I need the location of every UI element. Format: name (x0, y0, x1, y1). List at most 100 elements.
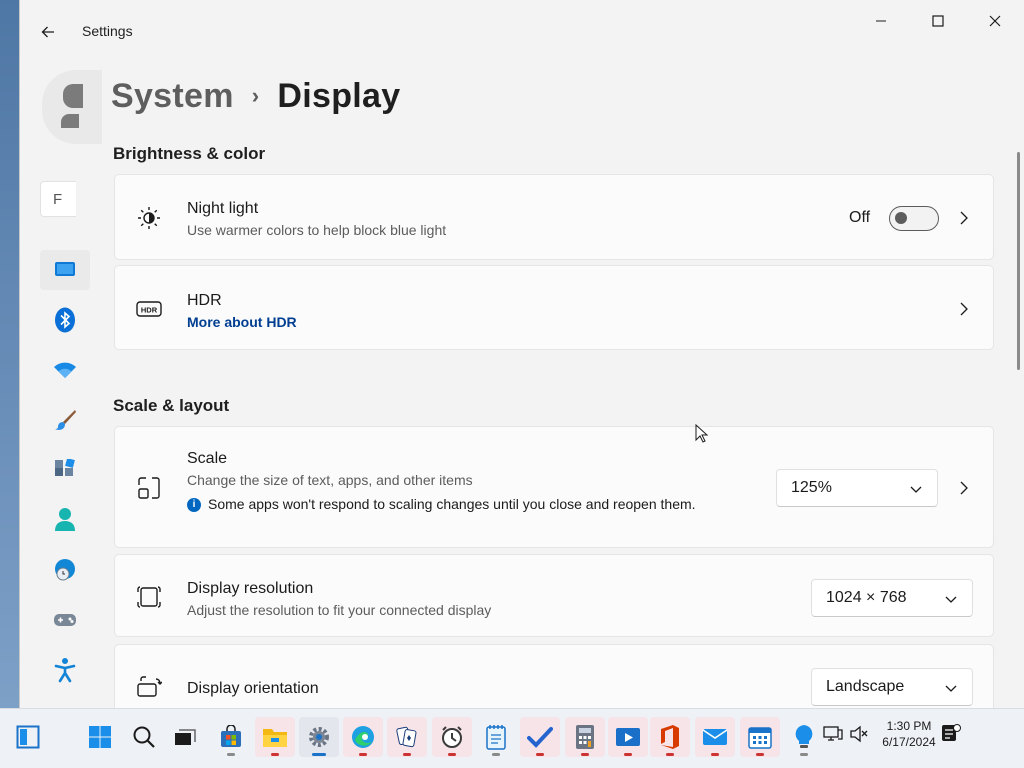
nav-item-accessibility[interactable] (40, 650, 90, 690)
task-view-icon (175, 729, 196, 745)
resolution-dropdown[interactable]: 1024 × 768 (811, 579, 973, 617)
maximize-icon (932, 15, 944, 27)
notepad-icon (486, 725, 506, 750)
title-bar: Settings (20, 0, 1024, 62)
settings-icon (309, 727, 329, 747)
settings-window: Settings F System › Display Brightness &… (19, 0, 1024, 708)
widgets-icon (16, 725, 40, 749)
media-player-button[interactable] (608, 717, 648, 757)
edge-button[interactable] (343, 717, 383, 757)
gaming-icon (54, 614, 76, 626)
back-button[interactable] (36, 20, 60, 44)
night-light-icon (136, 205, 162, 231)
calendar-button[interactable] (740, 717, 780, 757)
taskbar: 1:30 PM 6/17/2024 (0, 708, 1024, 768)
running-indicator (800, 753, 808, 756)
night-light-card[interactable]: Night light Use warmer colors to help bl… (114, 174, 994, 260)
chevron-down-icon (945, 685, 957, 692)
taskbar-clock[interactable]: 1:30 PM 6/17/2024 (876, 718, 942, 750)
scale-subtitle: Change the size of text, apps, and other… (187, 472, 473, 488)
minimize-button[interactable] (858, 6, 904, 36)
info-icon: i (187, 498, 201, 512)
nav-item-accounts[interactable] (40, 500, 90, 540)
night-light-toggle[interactable] (889, 206, 939, 231)
start-button[interactable] (80, 717, 120, 757)
display-icon (55, 262, 75, 276)
alarms-clock-button[interactable] (432, 717, 472, 757)
wifi-icon (54, 362, 76, 378)
calculator-button[interactable] (565, 717, 605, 757)
find-setting-search-box[interactable]: F (40, 181, 76, 217)
breadcrumb-parent-system[interactable]: System (111, 77, 234, 116)
solitaire-button[interactable] (387, 717, 427, 757)
running-indicator (492, 753, 500, 756)
scale-dropdown[interactable]: 125% (776, 469, 938, 507)
task-view-button[interactable] (165, 717, 205, 757)
scale-icon (136, 475, 162, 501)
chevron-right-icon (956, 480, 972, 496)
office-icon (661, 725, 679, 749)
breadcrumb-chevron-icon: › (251, 83, 260, 108)
running-indicator (536, 753, 544, 756)
widgets-button[interactable] (8, 717, 48, 757)
clock-date: 6/17/2024 (882, 735, 936, 749)
todo-icon (527, 727, 553, 748)
nav-item-system[interactable] (40, 250, 90, 290)
hdr-card[interactable]: HDR HDR More about HDR (114, 265, 994, 350)
user-avatar[interactable] (42, 70, 102, 144)
resolution-dropdown-value: 1024 × 768 (826, 589, 907, 606)
clock-icon (442, 726, 462, 748)
notepad-button[interactable] (476, 717, 516, 757)
mail-icon (702, 729, 728, 745)
more-about-hdr-link[interactable]: More about HDR (187, 314, 297, 330)
clock-time: 1:30 PM (886, 719, 932, 733)
nav-item-bluetooth[interactable] (40, 300, 90, 340)
apps-icon (55, 459, 75, 476)
nav-item-apps[interactable] (40, 450, 90, 490)
store-button[interactable] (211, 717, 251, 757)
nav-item-personalization[interactable] (40, 400, 90, 440)
maximize-button[interactable] (915, 6, 961, 36)
svg-text:HDR: HDR (141, 306, 158, 315)
close-button[interactable] (972, 6, 1018, 36)
chevron-right-icon (956, 210, 972, 226)
display-orientation-title: Display orientation (187, 680, 319, 697)
mail-button[interactable] (695, 717, 735, 757)
nav-item-gaming[interactable] (40, 600, 90, 640)
scale-card[interactable]: Scale Change the size of text, apps, and… (114, 426, 994, 548)
calculator-icon (576, 725, 594, 749)
solitaire-icon (396, 726, 417, 748)
display-resolution-subtitle: Adjust the resolution to fit your connec… (187, 602, 492, 618)
media-player-icon (616, 728, 640, 746)
running-indicator (581, 753, 589, 756)
time-language-icon (55, 559, 75, 581)
volume-muted-tray-icon[interactable] (849, 725, 871, 747)
close-icon (989, 15, 1001, 27)
settings-taskbar-button[interactable] (299, 717, 339, 757)
running-indicator (359, 753, 367, 756)
night-light-title: Night light (187, 200, 259, 217)
file-explorer-button[interactable] (255, 717, 295, 757)
running-indicator (666, 753, 674, 756)
office-button[interactable] (650, 717, 690, 757)
search-button[interactable] (124, 717, 164, 757)
content-scrollbar[interactable] (1017, 152, 1020, 370)
orientation-dropdown[interactable]: Landscape (811, 668, 973, 706)
tips-button[interactable] (784, 717, 824, 757)
orientation-icon (136, 674, 162, 700)
search-placeholder: F (53, 190, 63, 208)
app-title: Settings (82, 23, 133, 39)
toggle-knob (895, 212, 907, 224)
network-tray-icon[interactable] (823, 725, 845, 747)
nav-item-network[interactable] (40, 350, 90, 390)
notifications-tray-icon[interactable] (941, 723, 963, 745)
hdr-title: HDR (187, 292, 222, 309)
chevron-down-icon (945, 596, 957, 603)
nav-item-time-language[interactable] (40, 550, 90, 590)
desktop-background (0, 0, 19, 708)
hdr-icon: HDR (136, 296, 162, 322)
todo-button[interactable] (520, 717, 560, 757)
orientation-dropdown-value: Landscape (826, 678, 905, 695)
display-resolution-card: Display resolution Adjust the resolution… (114, 554, 994, 637)
scale-note-text: Some apps won't respond to scaling chang… (208, 496, 696, 512)
